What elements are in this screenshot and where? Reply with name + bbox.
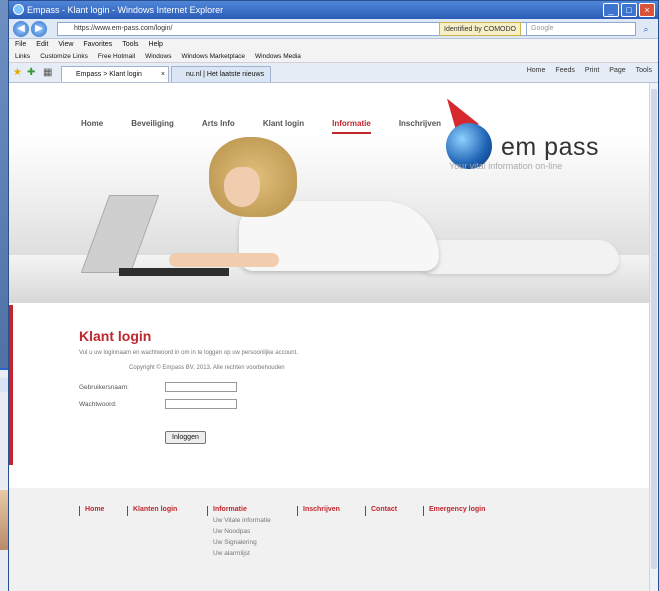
window-title: Empass - Klant login - Windows Internet … — [27, 5, 224, 15]
menu-favorites[interactable]: Favorites — [83, 39, 112, 51]
password-label: Wachtwoord: — [79, 401, 117, 408]
footer-separator — [79, 506, 80, 516]
print-command[interactable]: Print — [585, 67, 599, 74]
footer-link-home[interactable]: Home — [85, 506, 104, 513]
footer-separator — [365, 506, 366, 516]
menu-view[interactable]: View — [58, 39, 73, 51]
footer-separator — [423, 506, 424, 516]
username-label: Gebruikersnaam: — [79, 384, 129, 391]
vertical-scrollbar[interactable] — [649, 83, 658, 591]
browser-window: Empass - Klant login - Windows Internet … — [8, 0, 659, 591]
nav-klant-login[interactable]: Klant login — [263, 119, 304, 134]
nav-beveiliging[interactable]: Beveiliging — [131, 119, 174, 134]
url-text: https://www.em-pass.com/login/ — [74, 25, 173, 32]
search-placeholder: Google — [531, 25, 554, 32]
footer-link-informatie[interactable]: Informatie — [213, 506, 271, 513]
brand-tagline: Your vital information on-line — [449, 161, 563, 171]
footer-col-inschrijven: Inschrijven — [303, 506, 340, 513]
menu-bar: File Edit View Favorites Tools Help — [9, 39, 658, 51]
tab-empass[interactable]: Empass > Klant login × — [61, 66, 169, 82]
site-navigation: Home Beveiliging Arts Info Klant login I… — [81, 119, 469, 134]
nav-inschrijven[interactable]: Inschrijven — [399, 119, 441, 134]
search-input[interactable]: Google — [526, 22, 636, 36]
tab-nunl[interactable]: nu.nl | Het laatste nieuws ho... — [171, 66, 271, 93]
footer-sublink[interactable]: Uw alarmlijst — [213, 550, 271, 557]
footer-link-contact[interactable]: Contact — [371, 506, 397, 513]
tab-label: Empass > Klant login — [76, 71, 142, 78]
copyright: Copyright © Empass BV, 2013. Alle rechte… — [129, 365, 285, 371]
favorites-star-icon[interactable]: ★ — [13, 67, 22, 78]
laptop-keyboard — [119, 268, 229, 276]
tab-close-icon[interactable]: × — [161, 67, 165, 82]
identity-badge[interactable]: Identified by COMODO — [439, 22, 521, 36]
forward-icon[interactable]: ▶ — [31, 21, 47, 37]
woman-face — [224, 167, 260, 207]
search-icon[interactable]: ⌕ — [639, 22, 653, 36]
footer-link-klanten-login[interactable]: Klanten login — [133, 506, 177, 513]
link-customize[interactable]: Customize Links — [40, 51, 88, 62]
nav-home[interactable]: Home — [81, 119, 103, 134]
page-command[interactable]: Page — [609, 67, 625, 74]
maximize-button[interactable]: □ — [621, 3, 637, 17]
address-bar: ◀ ▶ https://www.em-pass.com/login/ 🔒 Ide… — [9, 19, 658, 39]
footer-separator — [207, 506, 208, 516]
footer-link-inschrijven[interactable]: Inschrijven — [303, 506, 340, 513]
home-command[interactable]: Home — [527, 67, 546, 74]
link-windows-media[interactable]: Windows Media — [255, 51, 301, 62]
footer-col-home: Home — [85, 506, 104, 513]
nav-informatie[interactable]: Informatie — [332, 119, 371, 134]
back-icon[interactable]: ◀ — [13, 21, 29, 37]
footer-col-informatie: Informatie Uw Vitale informatie Uw Noodp… — [213, 506, 271, 557]
accent-bar — [9, 305, 13, 465]
tools-command[interactable]: Tools — [636, 67, 652, 74]
menu-tools[interactable]: Tools — [122, 39, 138, 51]
footer-col-klanten: Klanten login — [133, 506, 177, 513]
login-button[interactable]: Inloggen — [165, 431, 206, 444]
minimize-button[interactable]: _ — [603, 3, 619, 17]
quick-tabs-icon[interactable]: ▦ — [43, 67, 52, 78]
woman-legs — [419, 240, 619, 274]
footer-separator — [127, 506, 128, 516]
ie-icon — [13, 4, 24, 15]
password-field[interactable] — [165, 399, 237, 409]
footer-sublink[interactable]: Uw Vitale informatie — [213, 517, 271, 524]
footer-link-emergency-login[interactable]: Emergency login — [429, 506, 485, 513]
footer-col-emergency: Emergency login — [429, 506, 485, 513]
feeds-command[interactable]: Feeds — [555, 67, 574, 74]
page-title: Klant login — [79, 328, 152, 344]
links-label: Links — [15, 53, 31, 60]
menu-file[interactable]: File — [15, 39, 26, 51]
link-windows[interactable]: Windows — [145, 51, 171, 62]
menu-help[interactable]: Help — [149, 39, 163, 51]
scrollbar-thumb[interactable] — [651, 89, 657, 569]
username-field[interactable] — [165, 382, 237, 392]
login-intro: Vul u uw loginnaam en wachtwoord in om i… — [79, 350, 298, 356]
footer-sublink[interactable]: Uw Noodpas — [213, 528, 271, 535]
woman-arm — [169, 253, 279, 267]
links-bar: Links Customize Links Free Hotmail Windo… — [9, 51, 658, 63]
brand-name: em pass — [501, 133, 599, 161]
close-button[interactable]: × — [639, 3, 655, 17]
command-bar: Home Feeds Print Page Tools — [527, 67, 652, 74]
footer: Home Klanten login Informatie Uw Vitale … — [9, 488, 649, 591]
page-viewport: Home Beveiliging Arts Info Klant login I… — [9, 83, 658, 591]
link-hotmail[interactable]: Free Hotmail — [98, 51, 135, 62]
window-titlebar[interactable]: Empass - Klant login - Windows Internet … — [9, 1, 658, 19]
nav-arts-info[interactable]: Arts Info — [202, 119, 235, 134]
tab-bar: ★ ✚ ▦ Empass > Klant login × nu.nl | Het… — [9, 63, 658, 93]
link-marketplace[interactable]: Windows Marketplace — [181, 51, 245, 62]
add-favorite-icon[interactable]: ✚ — [27, 67, 35, 78]
menu-edit[interactable]: Edit — [36, 39, 48, 51]
footer-separator — [297, 506, 298, 516]
footer-col-contact: Contact — [371, 506, 397, 513]
footer-sublink[interactable]: Uw Signalering — [213, 539, 271, 546]
